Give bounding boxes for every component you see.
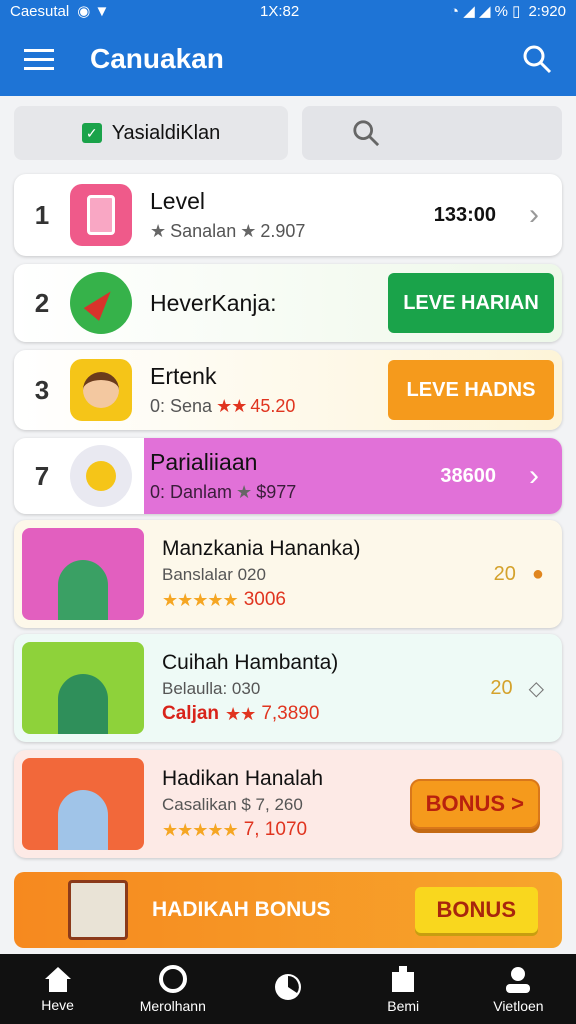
- nav-label: Merolhann: [139, 998, 206, 1014]
- row-name: HeverKanja:: [150, 289, 277, 316]
- phone-icon: [70, 184, 132, 246]
- rank-label: 7: [34, 460, 50, 491]
- list-item[interactable]: 2 HeverKanja: LEVE HARIAN: [14, 264, 562, 342]
- search-icon: [353, 120, 380, 147]
- card-sub: Casalikan $ 7, 260: [162, 795, 303, 814]
- banner-text: HADIKAH BONUS: [152, 898, 331, 921]
- avatar-icon: [22, 758, 144, 850]
- wifi-icon: ◉ ▼: [77, 3, 110, 20]
- row-sub: Sanalan: [170, 221, 237, 241]
- star-icon: ★: [150, 221, 167, 241]
- nav-center[interactable]: [230, 954, 345, 1024]
- star-icon: ★★★★★: [162, 589, 239, 610]
- nav-bemi[interactable]: Bemi: [346, 954, 461, 1024]
- card-trail: 20: [493, 562, 516, 585]
- app-bar: Canuakan: [0, 22, 576, 96]
- avatar-icon: [22, 642, 144, 734]
- card-rating: 7,3890: [261, 703, 320, 724]
- bag-icon: [392, 966, 415, 992]
- nav-home[interactable]: Heve: [0, 954, 115, 1024]
- compass-icon: [70, 272, 132, 334]
- filter-chip-label: YasialdiKlan: [111, 121, 221, 144]
- star-icon: ★: [236, 482, 253, 502]
- rank-label: 1: [34, 199, 50, 230]
- home-icon: [44, 967, 71, 992]
- row-name: Parialiiaan: [150, 449, 258, 475]
- menu-icon[interactable]: [24, 47, 54, 71]
- list-item[interactable]: Manzkania Hananka) Banslalar 020 ★★★★★ 3…: [14, 520, 562, 628]
- coin-icon[interactable]: ●: [532, 563, 544, 586]
- card-name: Cuihah Hambanta): [162, 651, 339, 674]
- row-sub: 0: Danlam: [150, 482, 233, 502]
- clock-icon: [275, 974, 301, 1000]
- shop-icon: [68, 880, 128, 940]
- star-icon: ★★: [225, 703, 256, 724]
- row-name: Ertenk: [150, 363, 217, 389]
- card-rating: 7, 1070: [243, 819, 308, 840]
- user-icon: [506, 967, 531, 993]
- nav-merolhann[interactable]: Merolhann: [115, 954, 230, 1024]
- ring-icon: [158, 965, 187, 993]
- rank-label: 2: [34, 287, 50, 318]
- status-time: 1X:82: [260, 2, 300, 20]
- status-right: 2:920: [528, 2, 566, 20]
- signal-icon: ◔ ◢ ◢ % ▯: [450, 3, 521, 20]
- avatar-icon: [22, 528, 144, 620]
- row-value: 133:00: [433, 203, 496, 226]
- bottom-nav: Heve Merolhann Bemi Vietloen: [0, 954, 576, 1024]
- card-prefix: Caljan: [162, 703, 220, 724]
- row-sub: 0: Sena: [150, 396, 213, 416]
- row-name: Level: [150, 188, 205, 214]
- star-icon: ★★★★★: [162, 819, 239, 840]
- filter-row: ✓ YasialdiKlan: [14, 106, 562, 162]
- card-trail: 20: [490, 676, 513, 699]
- search-icon[interactable]: [522, 44, 552, 74]
- list-item[interactable]: Cuihah Hambanta) Belaulla: 030 Caljan ★★…: [14, 634, 562, 742]
- hadns-button[interactable]: LEVE HADNS: [388, 360, 554, 420]
- list-item[interactable]: 3 Ertenk 0: Sena ★★ 45.20 LEVE HADNS: [14, 350, 562, 430]
- row-rating: 45.20: [250, 396, 296, 416]
- card-name: Hadikan Hanalah: [162, 767, 324, 790]
- chevron-right-icon[interactable]: ›: [514, 459, 554, 493]
- list-item[interactable]: 1 Level ★ Sanalan ★ 2.907 133:00 ›: [14, 174, 562, 256]
- filter-chip[interactable]: ✓ YasialdiKlan: [14, 106, 288, 160]
- card-name: Manzkania Hananka): [162, 537, 361, 560]
- nav-label: Heve: [41, 997, 74, 1013]
- bonus-button[interactable]: BONUS >: [409, 779, 540, 829]
- list-item[interactable]: 7 Parialiiaan 0: Danlam ★ $977 38600 ›: [14, 438, 562, 514]
- harian-button[interactable]: LEVE HARIAN: [388, 273, 554, 333]
- banner-bonus-button[interactable]: BONUS: [414, 887, 538, 933]
- checkbox-icon[interactable]: ✓: [81, 123, 102, 143]
- row-rating: $977: [256, 482, 297, 502]
- page-title: Canuakan: [90, 43, 224, 74]
- shield-icon: [70, 445, 132, 507]
- nav-profile[interactable]: Vietloen: [461, 954, 576, 1024]
- row-value: 38600: [440, 464, 496, 487]
- link-icon[interactable]: ◇: [529, 676, 544, 701]
- list-item[interactable]: Hadikan Hanalah Casalikan $ 7, 260 ★★★★★…: [14, 750, 562, 858]
- carrier-label: Caesutal: [10, 2, 70, 20]
- status-bar: Caesutal ◉ ▼ 1X:82 ◔ ◢ ◢ % ▯ 2:920: [0, 0, 576, 22]
- row-rating: 2.907: [260, 221, 306, 241]
- nav-label: Vietloen: [493, 998, 544, 1014]
- bonus-banner[interactable]: HADIKAH BONUS BONUS: [14, 872, 562, 948]
- card-sub: Belaulla: 030: [162, 679, 261, 698]
- search-input[interactable]: [302, 106, 562, 160]
- nav-label: Bemi: [387, 998, 420, 1014]
- avatar-icon: [70, 359, 132, 421]
- card-rating: 3006: [243, 589, 286, 610]
- rank-label: 3: [34, 374, 50, 405]
- star-icon: ★: [240, 221, 257, 241]
- chevron-right-icon[interactable]: ›: [514, 198, 554, 232]
- star-icon: ★★: [216, 396, 247, 416]
- card-sub: Banslalar 020: [162, 565, 266, 584]
